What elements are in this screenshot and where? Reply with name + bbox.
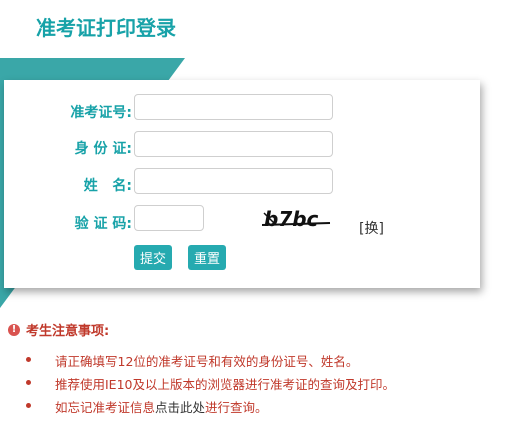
admission-number-input[interactable]: [134, 94, 333, 120]
submit-button[interactable]: 提交: [134, 245, 172, 270]
bullet-dot: [26, 357, 31, 362]
notice-list: 请正确填写12位的准考证号和有效的身份证号、姓名。 推荐使用IE10及以上版本的…: [0, 351, 395, 420]
id-card-input[interactable]: [134, 131, 333, 157]
notice-item: 推荐使用IE10及以上版本的浏览器进行准考证的查询及打印。: [0, 374, 395, 397]
captcha-text: b7bc: [264, 207, 319, 231]
notice-item-suffix: 进行查询。: [205, 400, 268, 415]
notice-item-text: 推荐使用IE10及以上版本的浏览器进行准考证的查询及打印。: [55, 377, 395, 392]
admission-number-label: 准考证号:: [70, 105, 132, 121]
notice-item-prefix: 如忘记准考证信息: [55, 400, 156, 415]
id-card-label: 身 份 证:: [74, 141, 132, 157]
captcha-label: 验 证 码:: [74, 216, 132, 232]
notice-item: 请正确填写12位的准考证号和有效的身份证号、姓名。: [0, 351, 395, 374]
lookup-link[interactable]: 点击此处: [155, 400, 205, 415]
notice-title: 考生注意事项:: [26, 324, 110, 339]
login-page: 准考证打印登录 准考证号: 身 份 证: 姓 名: 验 证 码: b7bc [换…: [0, 0, 509, 437]
notice-item: 如忘记准考证信息点击此处进行查询。: [0, 397, 395, 420]
captcha-input[interactable]: [134, 205, 204, 231]
exclamation-icon: !: [8, 323, 20, 336]
name-label: 姓 名:: [83, 178, 132, 194]
notice-header: ! 考生注意事项:: [8, 320, 109, 339]
page-title: 准考证打印登录: [36, 16, 176, 40]
reset-button[interactable]: 重置: [188, 245, 226, 270]
captcha-image[interactable]: b7bc: [262, 205, 332, 231]
bullet-dot: [26, 403, 31, 408]
login-card: 准考证号: 身 份 证: 姓 名: 验 证 码: b7bc [换] 提交 重置: [4, 80, 480, 288]
name-input[interactable]: [134, 168, 333, 194]
notice-item-text: 请正确填写12位的准考证号和有效的身份证号、姓名。: [55, 354, 359, 369]
bullet-dot: [26, 380, 31, 385]
captcha-refresh-link[interactable]: [换]: [359, 218, 384, 238]
